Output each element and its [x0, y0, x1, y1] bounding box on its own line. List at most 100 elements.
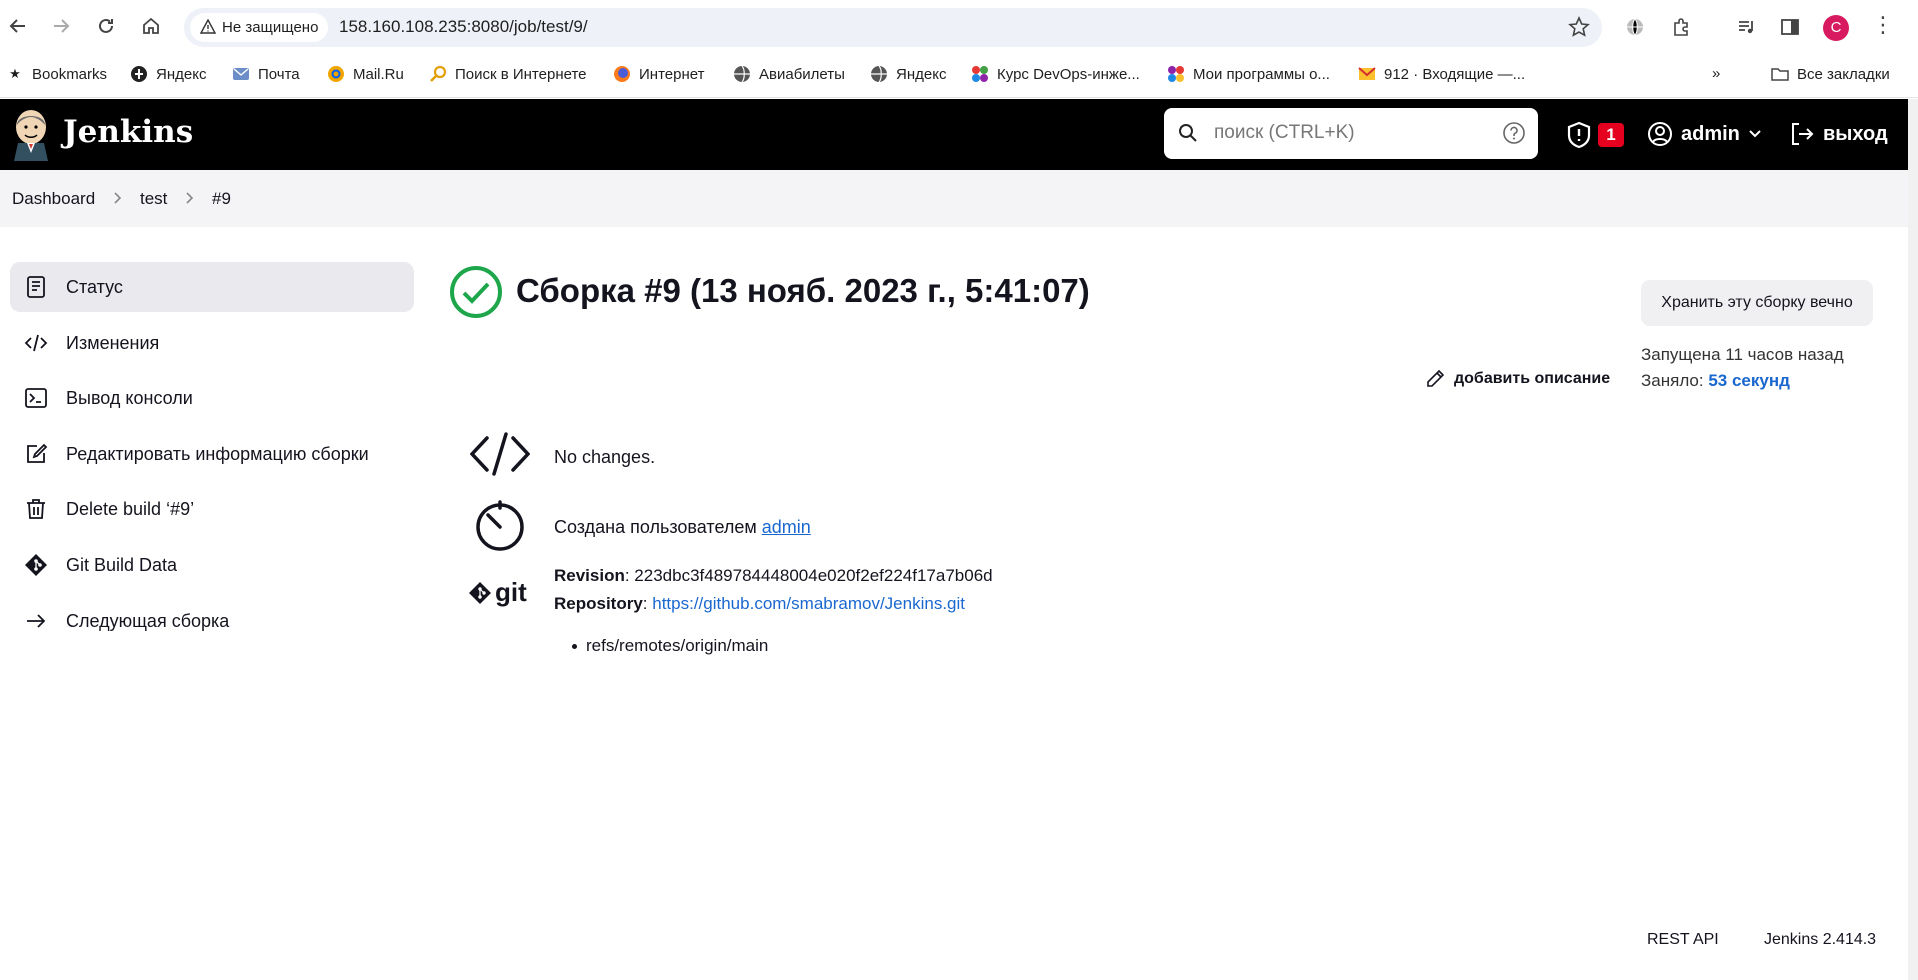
- sidebar-item-edit[interactable]: Редактировать информацию сборки: [10, 429, 414, 479]
- breadcrumb-test[interactable]: test: [140, 189, 167, 209]
- breadcrumb: Dashboard test #9: [0, 170, 1908, 227]
- folder-icon: [1771, 65, 1789, 83]
- user-link[interactable]: admin: [762, 517, 811, 537]
- scrollbar[interactable]: [1908, 99, 1918, 980]
- jenkins-title[interactable]: Jenkins: [63, 114, 193, 150]
- jenkins-header: Jenkins 1 admin выход: [0, 99, 1908, 170]
- user-menu[interactable]: admin: [1647, 121, 1762, 147]
- started-by-text: Создана пользователем admin: [554, 517, 811, 537]
- forward-icon[interactable]: [47, 12, 75, 40]
- bookmarks-bar: ★ Bookmarks Яндекс Почта Mail.Ru Поиск в …: [0, 55, 1918, 98]
- jenkins-logo-icon[interactable]: [12, 107, 50, 161]
- search-input[interactable]: [1214, 118, 1474, 148]
- sidebar-item-git-build-data[interactable]: Git Build Data: [10, 540, 414, 590]
- security-shield-icon[interactable]: [1565, 121, 1593, 149]
- status-icon: [27, 276, 45, 298]
- duration-link[interactable]: 53 секунд: [1708, 371, 1790, 390]
- bookmark-item[interactable]: Поиск в Интернете: [429, 65, 587, 83]
- code-icon: [470, 432, 530, 476]
- help-icon[interactable]: [1502, 121, 1526, 145]
- timer-icon: [476, 500, 524, 551]
- media-icon[interactable]: [1733, 13, 1761, 41]
- git-logo: git: [469, 577, 527, 608]
- search-icon: [1179, 124, 1197, 142]
- user-icon: [1648, 122, 1672, 146]
- security-chip[interactable]: Не защищено: [190, 13, 329, 42]
- repository-link[interactable]: https://github.com/smabramov/Jenkins.git: [652, 594, 965, 613]
- sidepanel-icon[interactable]: [1776, 13, 1804, 41]
- search-icon: [429, 65, 447, 83]
- breadcrumb-build[interactable]: #9: [212, 189, 231, 209]
- version-link[interactable]: Jenkins 2.414.3: [1764, 931, 1876, 949]
- bookmark-item[interactable]: ★ Bookmarks: [6, 65, 107, 83]
- reload-icon[interactable]: [92, 12, 120, 40]
- kebab-menu-icon[interactable]: ⋮: [1872, 14, 1894, 36]
- user-name: admin: [1681, 122, 1740, 145]
- extensions-icon[interactable]: [1667, 13, 1695, 41]
- duration-info: Заняло: 53 секунд: [1641, 371, 1790, 390]
- repository-line: Repository: https://github.com/smabramov…: [554, 594, 965, 613]
- breadcrumb-dashboard[interactable]: Dashboard: [12, 189, 95, 209]
- bookmark-item[interactable]: Авиабилеты: [733, 65, 845, 83]
- chevron-down-icon: [1749, 130, 1761, 138]
- firefox-icon: [613, 65, 631, 83]
- logout-icon: [1792, 123, 1814, 145]
- more-bookmarks-button[interactable]: »: [1712, 65, 1720, 82]
- arrow-right-icon: [27, 614, 46, 628]
- sidebar-item-console[interactable]: Вывод консоли: [10, 373, 414, 423]
- bookmark-star-icon[interactable]: [1568, 16, 1590, 38]
- translate-icon[interactable]: [1621, 13, 1649, 41]
- add-description-button[interactable]: добавить описание: [1425, 369, 1610, 389]
- colorful-icon: [1167, 65, 1185, 83]
- gmail-icon: [1358, 65, 1376, 83]
- security-count-badge[interactable]: 1: [1598, 123, 1624, 147]
- mail-icon: [232, 65, 250, 83]
- git-icon: [25, 554, 47, 576]
- mailru-icon: [327, 65, 345, 83]
- colorful-icon: [971, 65, 989, 83]
- home-icon[interactable]: [137, 12, 165, 40]
- page-title: Сборка #9 (13 нояб. 2023 г., 5:41:07): [516, 272, 1090, 309]
- pencil-icon: [1427, 369, 1445, 387]
- search-box[interactable]: [1164, 108, 1538, 159]
- yandex-icon: [130, 65, 148, 83]
- sidebar-item-next-build[interactable]: Следующая сборка: [10, 596, 414, 646]
- chevron-right-icon: [186, 192, 194, 204]
- bookmark-item[interactable]: Яндекс: [870, 65, 946, 83]
- changes-text: No changes.: [554, 447, 656, 467]
- bookmark-item[interactable]: Яндекс: [130, 65, 206, 83]
- bookmark-item[interactable]: Почта: [232, 65, 300, 83]
- chevron-right-icon: [114, 192, 122, 204]
- branch-item: refs/remotes/origin/main: [571, 636, 769, 655]
- back-icon[interactable]: [4, 12, 32, 40]
- trash-icon: [27, 499, 45, 519]
- sidebar-item-status[interactable]: Статус: [10, 262, 414, 312]
- success-check-icon: [450, 266, 502, 318]
- globe-icon: [870, 65, 888, 83]
- security-chip-label: Не защищено: [222, 19, 319, 36]
- keep-forever-button[interactable]: Хранить эту сборку вечно: [1641, 280, 1873, 326]
- bookmark-item[interactable]: Курс DevOps-инже...: [971, 65, 1140, 83]
- sidebar-item-delete[interactable]: Delete build ‘#9’: [10, 484, 414, 534]
- code-icon: [24, 334, 48, 352]
- url-text[interactable]: 158.160.108.235:8080/job/test/9/: [339, 17, 588, 37]
- terminal-icon: [25, 388, 47, 408]
- logout-button[interactable]: выход: [1789, 121, 1888, 147]
- sidebar-item-changes[interactable]: Изменения: [10, 318, 414, 368]
- all-bookmarks-button[interactable]: Все закладки: [1771, 65, 1890, 83]
- bookmark-item[interactable]: 912 · Входящие —...: [1358, 65, 1525, 83]
- started-info: Запущена 11 часов назад: [1641, 345, 1844, 364]
- bookmark-item[interactable]: Mail.Ru: [327, 65, 404, 83]
- edit-icon: [27, 443, 48, 463]
- bookmark-item[interactable]: Мои программы о...: [1167, 65, 1330, 83]
- bookmark-item[interactable]: Интернет: [613, 65, 704, 83]
- revision-line: Revision: 223dbc3f489784448004e020f2ef22…: [554, 566, 993, 585]
- browser-toolbar: Не защищено 158.160.108.235:8080/job/tes…: [0, 0, 1918, 55]
- profile-avatar[interactable]: C: [1823, 15, 1849, 41]
- rest-api-link[interactable]: REST API: [1647, 931, 1719, 949]
- logout-label: выход: [1823, 122, 1888, 145]
- warning-icon: [200, 19, 216, 34]
- git-icon: [469, 581, 491, 604]
- star-icon: ★: [9, 66, 21, 81]
- address-bar[interactable]: Не защищено 158.160.108.235:8080/job/tes…: [184, 8, 1602, 47]
